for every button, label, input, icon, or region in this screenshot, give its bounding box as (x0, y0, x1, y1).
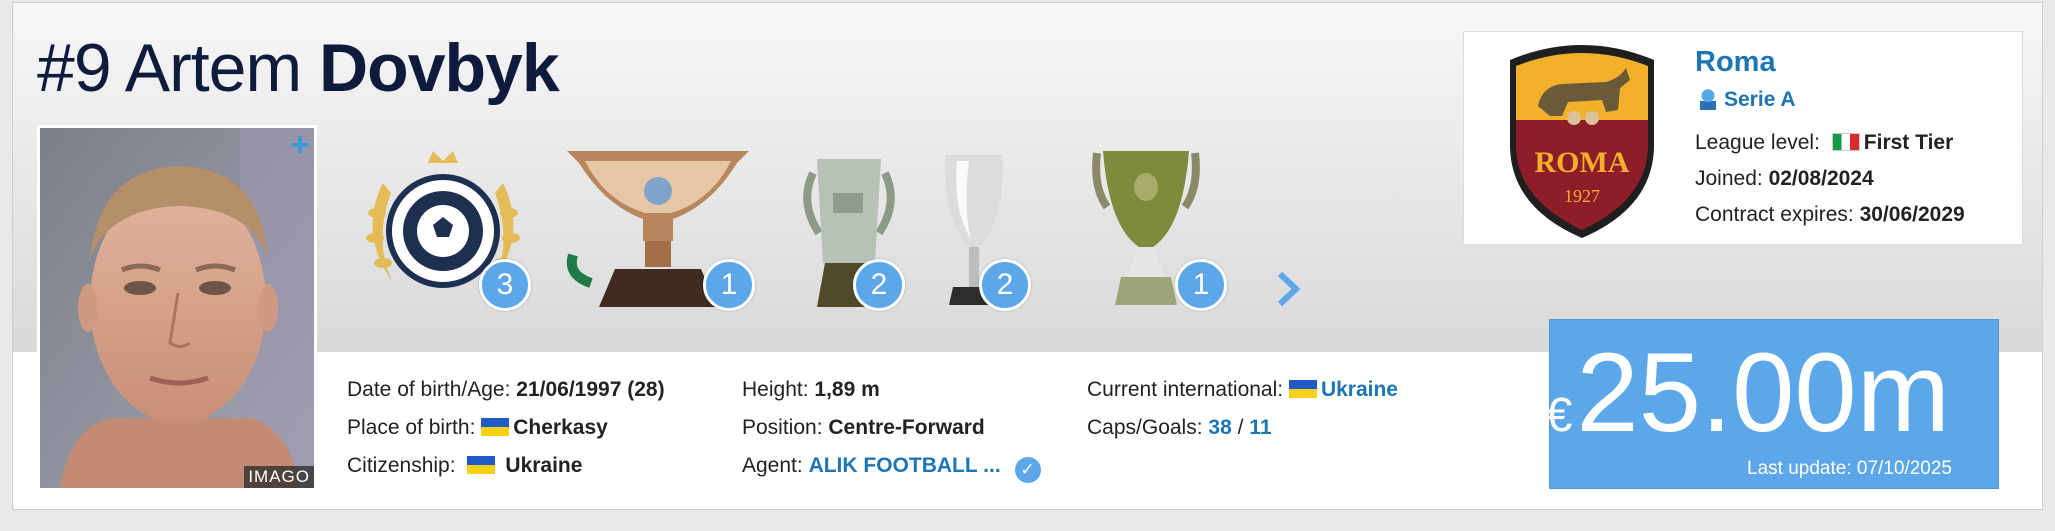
club-name-link[interactable]: Roma (1695, 46, 1776, 79)
first-name: Artem (124, 30, 302, 106)
player-title: #9 Artem Dovbyk (37, 23, 560, 113)
height-value: 1,89 m (814, 378, 880, 401)
international-info: Current international: Ukraine Caps/Goal… (1087, 371, 1398, 447)
caps-label: Caps/Goals: (1087, 416, 1203, 439)
agent-label: Agent: (742, 454, 803, 477)
crest-text: ROMA (1535, 146, 1630, 179)
italy-flag-icon (1831, 133, 1860, 151)
international-label: Current international: (1087, 378, 1284, 401)
height-row: Height: 1,89 m (742, 371, 1041, 409)
caps-link[interactable]: 38 (1208, 416, 1231, 439)
joined-value: 02/08/2024 (1768, 167, 1874, 190)
citizenship-label: Citizenship: (347, 454, 456, 477)
dob-row: Date of birth/Age: 21/06/1997 (28) (347, 371, 665, 409)
trophy-count-badge: 3 (479, 259, 531, 311)
contract-label: Contract expires: (1695, 203, 1854, 226)
position-label: Position: (742, 416, 823, 439)
dob-value: 21/06/1997 (28) (516, 378, 665, 401)
international-link[interactable]: Ukraine (1321, 378, 1398, 401)
international-row: Current international: Ukraine (1087, 371, 1398, 409)
goals-link[interactable]: 11 (1249, 416, 1271, 439)
ukraine-flag-icon (1288, 380, 1317, 398)
citizenship-row: Citizenship: Ukraine (347, 447, 665, 485)
shirt-number: #9 (37, 30, 112, 106)
league-level-label: League level: (1695, 131, 1820, 154)
club-info-box: ROMA 1927 Roma Serie A League level: Fir… (1463, 31, 2023, 245)
add-photo-icon[interactable]: + (290, 128, 310, 162)
ukraine-flag-icon (467, 456, 496, 474)
market-value-amount: 25.00m (1576, 330, 1950, 455)
market-value-box[interactable]: €25.00m Last update: 07/10/2025 (1545, 319, 1999, 489)
position-value: Centre-Forward (828, 416, 985, 439)
pob-value: Cherkasy (513, 416, 608, 439)
agent-row: Agent: ALIK FOOTBALL ... ✓ (742, 447, 1041, 485)
trophy-count-badge: 1 (703, 259, 755, 311)
pob-row: Place of birth: Cherkasy (347, 409, 665, 447)
league-level-value: First Tier (1863, 131, 1954, 154)
chevron-right-icon[interactable] (1275, 269, 1301, 319)
citizenship-value: Ukraine (505, 454, 583, 477)
pob-label: Place of birth: (347, 416, 476, 439)
player-portrait-image (40, 128, 314, 488)
photo-credit: IMAGO (244, 466, 314, 488)
dob-label: Date of birth/Age: (347, 378, 511, 401)
league-row: Serie A (1700, 88, 1796, 112)
contract-value: 30/06/2029 (1859, 203, 1965, 226)
caps-row: Caps/Goals: 38 / 11 (1087, 409, 1398, 447)
player-photo[interactable]: + IMAGO (37, 125, 317, 491)
joined-label: Joined: (1695, 167, 1763, 190)
player-header-card: #9 Artem Dovbyk + IMAGO 3 1 2 2 1 Date o… (12, 2, 2043, 510)
contract-row: Contract expires: 30/06/2029 (1695, 203, 1965, 227)
club-crest[interactable]: ROMA 1927 (1502, 38, 1662, 245)
last-update: Last update: 07/10/2025 (1747, 458, 1952, 479)
crest-year: 1927 (1564, 186, 1600, 206)
league-logo-icon (1700, 88, 1716, 110)
currency-symbol: € (1545, 389, 1573, 442)
ukraine-flag-icon (481, 418, 510, 436)
league-link[interactable]: Serie A (1724, 88, 1796, 111)
trophy-count-badge: 2 (979, 259, 1031, 311)
agent-link[interactable]: ALIK FOOTBALL ... (809, 454, 1001, 477)
personal-info: Date of birth/Age: 21/06/1997 (28) Place… (347, 371, 665, 485)
trophy-count-badge: 2 (853, 259, 905, 311)
league-level-row: League level: First Tier (1695, 131, 1953, 155)
physical-info: Height: 1,89 m Position: Centre-Forward … (742, 371, 1041, 485)
position-row: Position: Centre-Forward (742, 409, 1041, 447)
height-label: Height: (742, 378, 809, 401)
caps-separator: / (1237, 416, 1244, 439)
verified-check-icon: ✓ (1014, 457, 1041, 483)
last-name: Dovbyk (319, 30, 560, 106)
trophy-count-badge: 1 (1175, 259, 1227, 311)
joined-row: Joined: 02/08/2024 (1695, 167, 1874, 191)
